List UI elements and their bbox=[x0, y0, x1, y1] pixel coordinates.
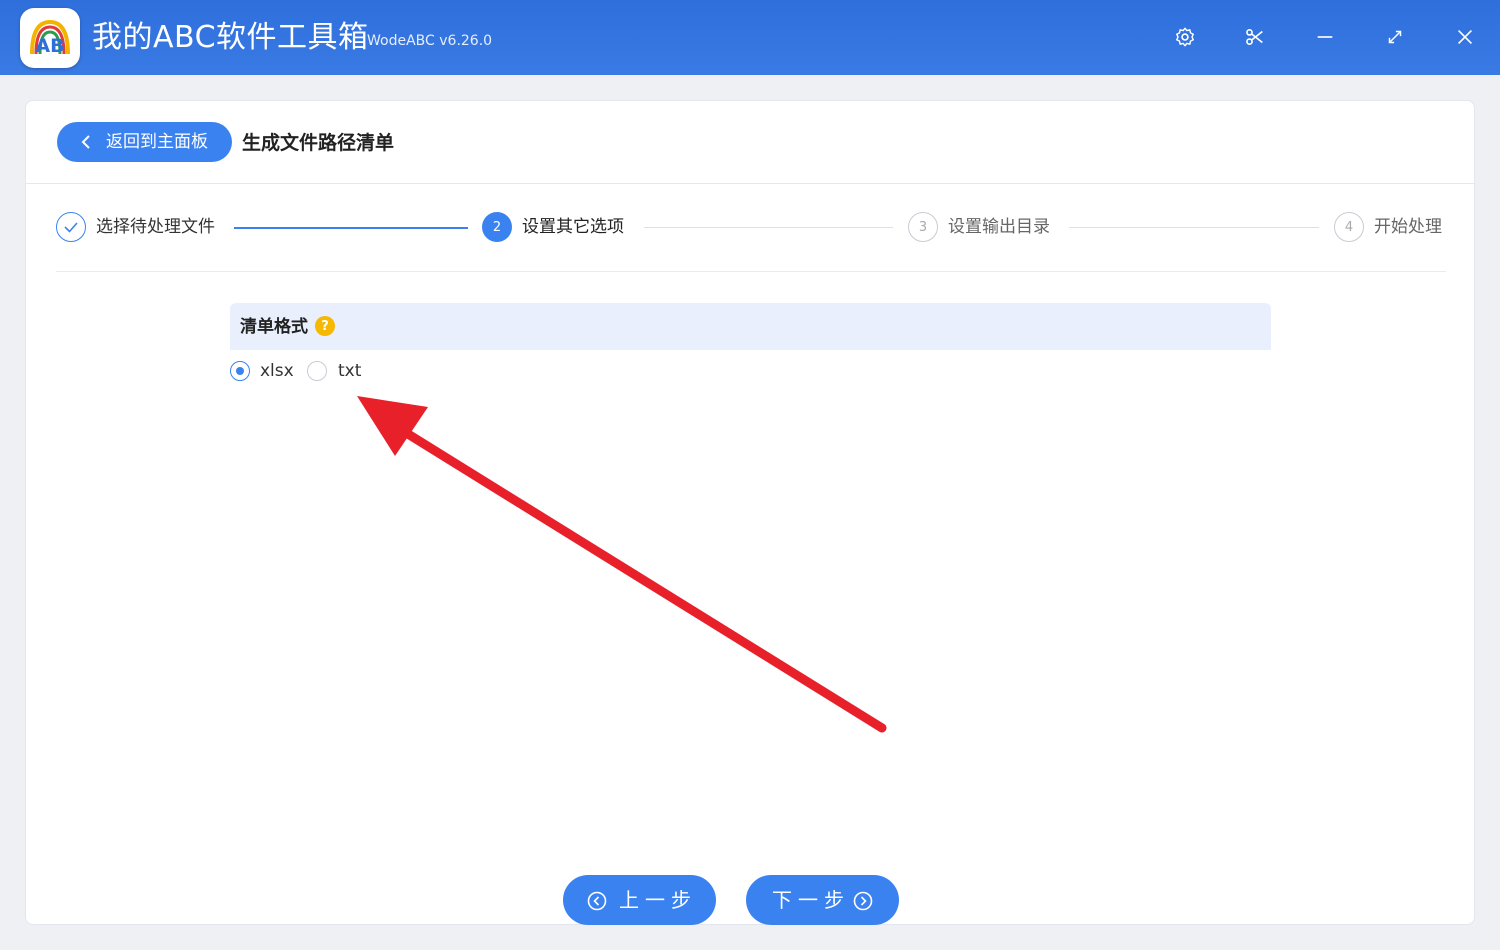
annotation-arrow bbox=[357, 396, 887, 733]
